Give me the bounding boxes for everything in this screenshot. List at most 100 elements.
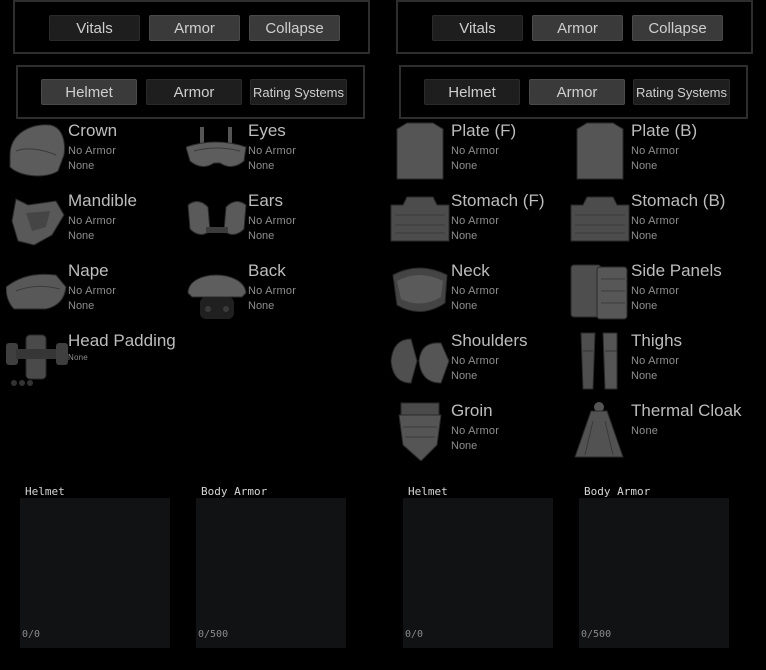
subtab-armor[interactable]: Armor (146, 79, 242, 105)
slot-rating: None (68, 230, 95, 242)
stat-value: 0/500 (198, 629, 229, 640)
slot-name: Groin (451, 401, 493, 420)
tab-armor[interactable]: Armor (532, 15, 623, 41)
slot-name: Shoulders (451, 331, 528, 350)
slot-armor-status: No Armor (631, 145, 680, 157)
slot-groin[interactable]: Groin No Armor None (389, 401, 569, 465)
slot-rating: None (451, 230, 478, 242)
side-panels-icon (569, 261, 631, 321)
slot-rating: None (451, 370, 478, 382)
slot-rating: None (631, 370, 658, 382)
stat-box: 0/0 (403, 498, 553, 648)
slot-stomach-back[interactable]: Stomach (B) No Armor None (569, 191, 749, 255)
slot-rating: None (631, 160, 658, 172)
stat-value: 0/500 (581, 629, 612, 640)
slot-armor-status: No Armor (631, 215, 680, 227)
stomach-back-icon (569, 191, 631, 251)
slot-eyes[interactable]: Eyes No Armor None (186, 121, 366, 185)
slot-name: Crown (68, 121, 118, 140)
mandible-guard-icon (6, 191, 68, 251)
slot-name: Plate (F) (451, 121, 517, 140)
slot-rating: None (248, 300, 275, 312)
slot-name: Nape (68, 261, 109, 280)
slot-armor-status: No Armor (248, 145, 297, 157)
slot-name: Ears (248, 191, 283, 210)
neck-guard-icon (389, 261, 451, 321)
slot-rating: None (68, 160, 95, 172)
stat-value: 0/0 (22, 629, 41, 640)
slot-head-padding[interactable]: Head Padding None (6, 331, 186, 395)
slot-plate-back[interactable]: Plate (B) No Armor None (569, 121, 749, 185)
slot-armor-status: No Armor (68, 285, 117, 297)
stat-value: 0/0 (405, 629, 424, 640)
subtab-rating-systems[interactable]: Rating Systems (633, 79, 730, 105)
slot-name: Thighs (631, 331, 683, 350)
slot-nape[interactable]: Nape No Armor None (6, 261, 186, 325)
slot-name: Neck (451, 261, 490, 280)
front-plate-icon (389, 121, 451, 181)
head-padding-icon (6, 331, 68, 391)
slot-name: Back (248, 261, 286, 280)
slot-name: Stomach (F) (451, 191, 545, 210)
slot-armor-status: No Armor (451, 355, 500, 367)
slot-rating: None (631, 230, 658, 242)
tab-vitals[interactable]: Vitals (49, 15, 140, 41)
slot-armor-status: No Armor (68, 215, 117, 227)
slot-mandible[interactable]: Mandible No Armor None (6, 191, 186, 255)
helmet-back-icon (186, 261, 248, 321)
slot-neck[interactable]: Neck No Armor None (389, 261, 569, 325)
slot-armor-status: No Armor (248, 215, 297, 227)
slot-side-panels[interactable]: Side Panels No Armor None (569, 261, 749, 325)
tab-vitals[interactable]: Vitals (432, 15, 523, 41)
slot-name: Mandible (68, 191, 137, 210)
tab-armor[interactable]: Armor (149, 15, 240, 41)
stat-title: Helmet (25, 485, 65, 498)
subtab-armor[interactable]: Armor (529, 79, 625, 105)
slot-thighs[interactable]: Thighs No Armor None (569, 331, 749, 395)
slot-rating: None (68, 300, 95, 312)
slot-rating: None (451, 300, 478, 312)
slot-name: Stomach (B) (631, 191, 726, 210)
goggles-icon (186, 121, 248, 181)
slot-name: Thermal Cloak (631, 401, 742, 420)
thermal-cloak-icon (569, 401, 631, 461)
slot-ears[interactable]: Ears No Armor None (186, 191, 366, 255)
slot-rating: None (248, 160, 275, 172)
slot-name: Side Panels (631, 261, 722, 280)
groin-protector-icon (389, 401, 451, 461)
slot-rating: None (631, 300, 658, 312)
slot-rating: None (451, 440, 478, 452)
stat-title: Helmet (408, 485, 448, 498)
slot-rating: None (248, 230, 275, 242)
slot-armor-status: No Armor (68, 145, 117, 157)
slot-name: Plate (B) (631, 121, 698, 140)
slot-crown[interactable]: Crown No Armor None (6, 121, 186, 185)
subtab-helmet[interactable]: Helmet (41, 79, 137, 105)
slot-shoulders[interactable]: Shoulders No Armor None (389, 331, 569, 395)
collapse-button[interactable]: Collapse (249, 15, 340, 41)
subtab-helmet[interactable]: Helmet (424, 79, 520, 105)
slot-back[interactable]: Back No Armor None (186, 261, 366, 325)
slot-stomach-front[interactable]: Stomach (F) No Armor None (389, 191, 569, 255)
stomach-front-icon (389, 191, 451, 251)
stat-title: Body Armor (201, 485, 268, 498)
collapse-button[interactable]: Collapse (632, 15, 723, 41)
shoulder-pads-icon (389, 331, 451, 391)
slot-thermal-cloak[interactable]: Thermal Cloak None (569, 401, 749, 465)
slot-armor-status: No Armor (631, 285, 680, 297)
thigh-guards-icon (569, 331, 631, 391)
back-plate-icon (569, 121, 631, 181)
slot-armor-status: No Armor (248, 285, 297, 297)
slot-rating: None (451, 160, 478, 172)
slot-armor-status: No Armor (631, 355, 680, 367)
stat-box: 0/500 (196, 498, 346, 648)
slot-armor-status: No Armor (451, 425, 500, 437)
nape-guard-icon (6, 261, 68, 321)
stat-box: 0/0 (20, 498, 170, 648)
slot-plate-front[interactable]: Plate (F) No Armor None (389, 121, 569, 185)
slot-armor-status: No Armor (451, 215, 500, 227)
stat-title: Body Armor (584, 485, 651, 498)
slot-name: Eyes (248, 121, 286, 140)
subtab-rating-systems[interactable]: Rating Systems (250, 79, 347, 105)
slot-armor-status: No Armor (451, 285, 500, 297)
